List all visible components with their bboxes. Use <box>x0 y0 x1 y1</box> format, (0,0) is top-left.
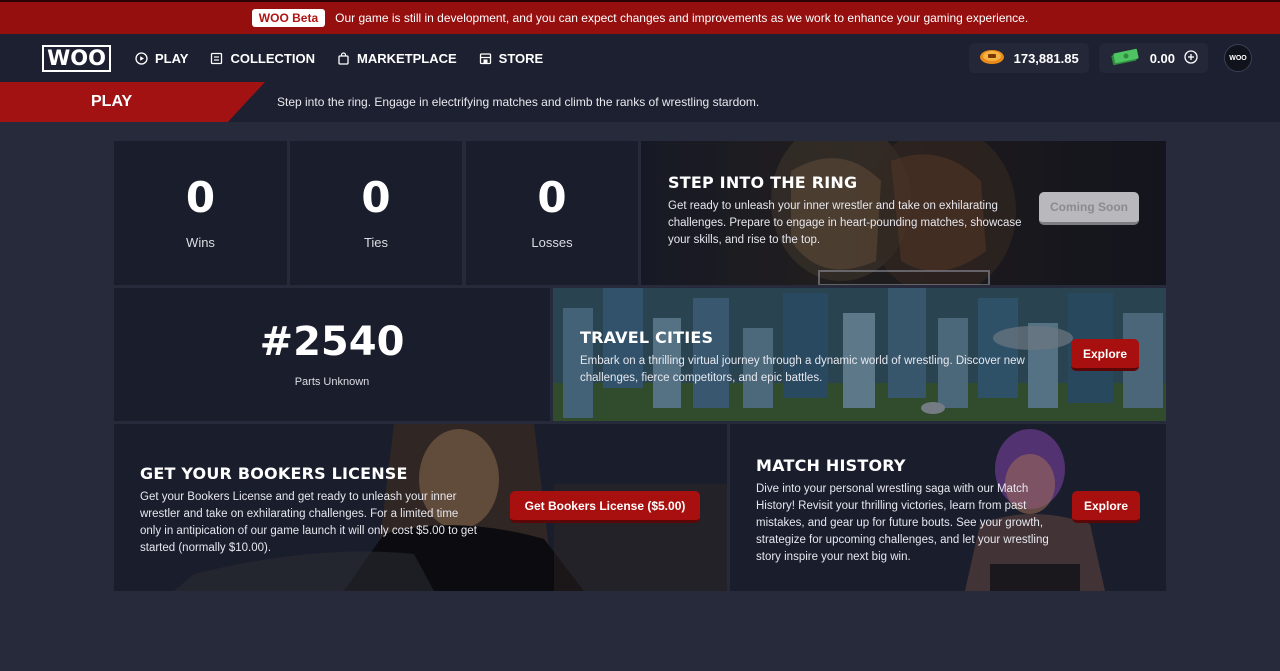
play-circle-icon <box>135 51 148 65</box>
travel-card-content: TRAVEL CITIES Embark on a thrilling virt… <box>580 328 1050 387</box>
page-header: PLAY Step into the ring. Engage in elect… <box>0 82 1280 122</box>
woo-logo[interactable]: WOO <box>42 44 111 72</box>
nav-right: 173,881.85 0.00 WOO <box>968 43 1252 73</box>
nav-item-label: COLLECTION <box>230 50 315 66</box>
rank-value: #2540 <box>259 318 405 365</box>
license-card-title: GET YOUR BOOKERS LICENSE <box>140 464 408 483</box>
cash-amount: 0.00 <box>1149 50 1175 66</box>
page-subtitle: Step into the ring. Engage in electrifyi… <box>277 95 760 109</box>
license-card-text: Get your Bookers License and get ready t… <box>140 491 477 554</box>
history-card-text: Dive into your personal wrestling saga w… <box>756 483 1049 563</box>
get-bookers-license-button[interactable]: Get Bookers License ($5.00) <box>510 491 700 523</box>
nav-item-label: MARKETPLACE <box>356 50 457 66</box>
cash-icon <box>1109 48 1141 69</box>
history-explore-button[interactable]: Explore <box>1072 491 1140 523</box>
nav-item-label: PLAY <box>155 50 189 66</box>
rank-location: Parts Unknown <box>294 375 370 388</box>
losses-label: Losses <box>531 234 573 250</box>
rank-card: #2540 Parts Unknown <box>114 288 550 421</box>
beta-badge: WOO Beta <box>251 9 326 27</box>
nav-menu: PLAY COLLECTION MARKETPLACE STORE <box>135 51 543 66</box>
add-funds-icon[interactable] <box>1184 49 1198 67</box>
nav-item-play[interactable]: PLAY <box>135 51 188 66</box>
coming-soon-button[interactable]: Coming Soon <box>1039 192 1139 225</box>
step-into-ring-card: STEP INTO THE RING Get ready to unleash … <box>641 141 1166 285</box>
avatar[interactable]: WOO <box>1224 44 1252 72</box>
travel-card-title: TRAVEL CITIES <box>580 328 714 347</box>
history-card-title: MATCH HISTORY <box>756 456 906 475</box>
cash-balance[interactable]: 0.00 <box>1098 43 1208 73</box>
bookers-license-card: GET YOUR BOOKERS LICENSE Get your Booker… <box>114 424 727 591</box>
ties-value: 0 <box>361 172 391 222</box>
travel-explore-button[interactable]: Explore <box>1071 339 1139 371</box>
license-card-content: GET YOUR BOOKERS LICENSE Get your Booker… <box>140 464 480 557</box>
ties-card: 0 Ties <box>290 141 462 285</box>
beta-message: Our game is still in development, and yo… <box>335 11 1029 25</box>
history-card-content: MATCH HISTORY Dive into your personal wr… <box>756 456 1066 566</box>
wins-card: 0 Wins <box>114 141 287 285</box>
coin-icon <box>979 48 1005 69</box>
travel-card-text: Embark on a thrilling virtual journey th… <box>580 355 1025 384</box>
ring-card-text: Get ready to unleash your inner wrestler… <box>668 200 1022 246</box>
ring-card-content: STEP INTO THE RING Get ready to unleash … <box>668 173 1028 249</box>
wins-value: 0 <box>185 172 216 222</box>
marketplace-bag-icon <box>337 51 350 65</box>
losses-value: 0 <box>537 172 567 222</box>
ties-label: Ties <box>363 234 389 250</box>
ring-card-title: STEP INTO THE RING <box>668 173 858 192</box>
losses-card: 0 Losses <box>466 141 638 285</box>
coin-amount: 173,881.85 <box>1013 50 1079 66</box>
top-navigation: WOO PLAY COLLECTION MARKETPLACE STORE 17… <box>0 34 1280 82</box>
nav-item-label: STORE <box>498 50 544 66</box>
coin-balance[interactable]: 173,881.85 <box>968 43 1089 73</box>
nav-item-store[interactable]: STORE <box>479 50 544 66</box>
beta-banner: WOO Beta Our game is still in developmen… <box>0 0 1280 34</box>
wins-label: Wins <box>186 234 215 250</box>
store-icon <box>479 52 492 65</box>
collection-icon <box>210 52 223 65</box>
nav-item-collection[interactable]: COLLECTION <box>210 51 315 66</box>
page-title: PLAY <box>0 82 265 122</box>
match-history-card: MATCH HISTORY Dive into your personal wr… <box>730 424 1166 591</box>
avatar-text: WOO <box>1229 54 1247 62</box>
nav-item-marketplace[interactable]: MARKETPLACE <box>337 51 457 66</box>
travel-cities-card: TRAVEL CITIES Embark on a thrilling virt… <box>553 288 1166 421</box>
